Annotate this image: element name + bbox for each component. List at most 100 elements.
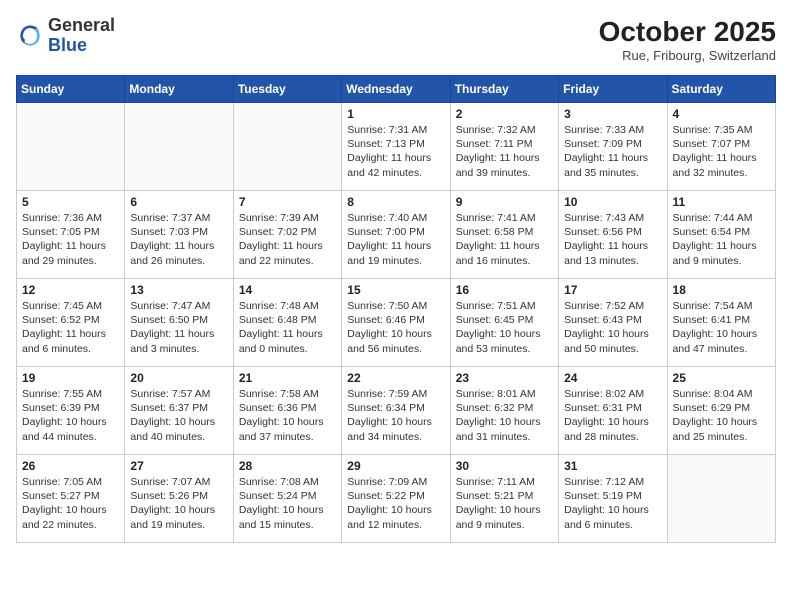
- day-info: Sunrise: 7:45 AM Sunset: 6:52 PM Dayligh…: [22, 299, 119, 356]
- calendar-cell: 31 Sunrise: 7:12 AM Sunset: 5:19 PM Dayli…: [559, 455, 667, 543]
- day-info: Sunrise: 7:43 AM Sunset: 6:56 PM Dayligh…: [564, 211, 661, 268]
- day-info: Sunrise: 7:47 AM Sunset: 6:50 PM Dayligh…: [130, 299, 227, 356]
- day-number: 14: [239, 283, 336, 297]
- day-number: 8: [347, 195, 444, 209]
- calendar-header-row: SundayMondayTuesdayWednesdayThursdayFrid…: [17, 76, 776, 103]
- day-info: Sunrise: 7:05 AM Sunset: 5:27 PM Dayligh…: [22, 475, 119, 532]
- day-number: 17: [564, 283, 661, 297]
- calendar-cell: 19 Sunrise: 7:55 AM Sunset: 6:39 PM Dayli…: [17, 367, 125, 455]
- day-info: Sunrise: 7:08 AM Sunset: 5:24 PM Dayligh…: [239, 475, 336, 532]
- calendar-cell: 25 Sunrise: 8:04 AM Sunset: 6:29 PM Dayli…: [667, 367, 775, 455]
- calendar-cell: 26 Sunrise: 7:05 AM Sunset: 5:27 PM Dayli…: [17, 455, 125, 543]
- day-info: Sunrise: 7:58 AM Sunset: 6:36 PM Dayligh…: [239, 387, 336, 444]
- day-number: 4: [673, 107, 770, 121]
- day-number: 6: [130, 195, 227, 209]
- day-number: 10: [564, 195, 661, 209]
- calendar-cell: 22Sunrise: 7:59 AM Sunset: 6:34 PM Dayli…: [342, 367, 450, 455]
- calendar-cell: 10 Sunrise: 7:43 AM Sunset: 6:56 PM Dayli…: [559, 191, 667, 279]
- day-number: 18: [673, 283, 770, 297]
- day-number: 20: [130, 371, 227, 385]
- day-info: Sunrise: 8:02 AM Sunset: 6:31 PM Dayligh…: [564, 387, 661, 444]
- day-info: Sunrise: 7:50 AM Sunset: 6:46 PM Dayligh…: [347, 299, 444, 356]
- logo-text: General Blue: [48, 16, 115, 56]
- calendar-cell: 11Sunrise: 7:44 AM Sunset: 6:54 PM Dayli…: [667, 191, 775, 279]
- calendar-cell: [17, 103, 125, 191]
- calendar-cell: 15 Sunrise: 7:50 AM Sunset: 6:46 PM Dayli…: [342, 279, 450, 367]
- calendar-cell: 24 Sunrise: 8:02 AM Sunset: 6:31 PM Dayli…: [559, 367, 667, 455]
- day-number: 27: [130, 459, 227, 473]
- day-number: 2: [456, 107, 553, 121]
- weekday-header: Wednesday: [342, 76, 450, 103]
- day-info: Sunrise: 7:12 AM Sunset: 5:19 PM Dayligh…: [564, 475, 661, 532]
- day-number: 23: [456, 371, 553, 385]
- calendar-cell: 27 Sunrise: 7:07 AM Sunset: 5:26 PM Dayli…: [125, 455, 233, 543]
- calendar-cell: 4Sunrise: 7:35 AM Sunset: 7:07 PM Daylig…: [667, 103, 775, 191]
- weekday-header: Monday: [125, 76, 233, 103]
- calendar-cell: 12Sunrise: 7:45 AM Sunset: 6:52 PM Dayli…: [17, 279, 125, 367]
- calendar-cell: 3Sunrise: 7:33 AM Sunset: 7:09 PM Daylig…: [559, 103, 667, 191]
- calendar-cell: 9Sunrise: 7:41 AM Sunset: 6:58 PM Daylig…: [450, 191, 558, 279]
- day-number: 16: [456, 283, 553, 297]
- day-number: 1: [347, 107, 444, 121]
- day-number: 5: [22, 195, 119, 209]
- day-number: 22: [347, 371, 444, 385]
- day-info: Sunrise: 7:48 AM Sunset: 6:48 PM Dayligh…: [239, 299, 336, 356]
- day-number: 26: [22, 459, 119, 473]
- day-info: Sunrise: 8:01 AM Sunset: 6:32 PM Dayligh…: [456, 387, 553, 444]
- calendar-week-row: 1Sunrise: 7:31 AM Sunset: 7:13 PM Daylig…: [17, 103, 776, 191]
- weekday-header: Sunday: [17, 76, 125, 103]
- calendar-cell: 28 Sunrise: 7:08 AM Sunset: 5:24 PM Dayli…: [233, 455, 341, 543]
- day-info: Sunrise: 7:40 AM Sunset: 7:00 PM Dayligh…: [347, 211, 444, 268]
- day-number: 11: [673, 195, 770, 209]
- day-number: 31: [564, 459, 661, 473]
- day-number: 13: [130, 283, 227, 297]
- day-info: Sunrise: 8:04 AM Sunset: 6:29 PM Dayligh…: [673, 387, 770, 444]
- calendar-cell: 8 Sunrise: 7:40 AM Sunset: 7:00 PM Daylig…: [342, 191, 450, 279]
- day-info: Sunrise: 7:51 AM Sunset: 6:45 PM Dayligh…: [456, 299, 553, 356]
- calendar-week-row: 26 Sunrise: 7:05 AM Sunset: 5:27 PM Dayli…: [17, 455, 776, 543]
- day-info: Sunrise: 7:07 AM Sunset: 5:26 PM Dayligh…: [130, 475, 227, 532]
- calendar-cell: 18 Sunrise: 7:54 AM Sunset: 6:41 PM Dayli…: [667, 279, 775, 367]
- day-info: Sunrise: 7:09 AM Sunset: 5:22 PM Dayligh…: [347, 475, 444, 532]
- day-number: 19: [22, 371, 119, 385]
- calendar-cell: 21Sunrise: 7:58 AM Sunset: 6:36 PM Dayli…: [233, 367, 341, 455]
- day-number: 25: [673, 371, 770, 385]
- weekday-header: Saturday: [667, 76, 775, 103]
- day-info: Sunrise: 7:37 AM Sunset: 7:03 PM Dayligh…: [130, 211, 227, 268]
- calendar-cell: [233, 103, 341, 191]
- day-info: Sunrise: 7:33 AM Sunset: 7:09 PM Dayligh…: [564, 123, 661, 180]
- logo: General Blue: [16, 16, 115, 56]
- day-number: 28: [239, 459, 336, 473]
- day-info: Sunrise: 7:36 AM Sunset: 7:05 PM Dayligh…: [22, 211, 119, 268]
- calendar-cell: 30 Sunrise: 7:11 AM Sunset: 5:21 PM Dayli…: [450, 455, 558, 543]
- calendar-cell: [667, 455, 775, 543]
- calendar-week-row: 19 Sunrise: 7:55 AM Sunset: 6:39 PM Dayli…: [17, 367, 776, 455]
- day-number: 15: [347, 283, 444, 297]
- calendar-cell: 16 Sunrise: 7:51 AM Sunset: 6:45 PM Dayli…: [450, 279, 558, 367]
- calendar-cell: [125, 103, 233, 191]
- day-number: 24: [564, 371, 661, 385]
- page-header: General Blue October 2025 Rue, Fribourg,…: [16, 16, 776, 63]
- calendar-cell: 6 Sunrise: 7:37 AM Sunset: 7:03 PM Daylig…: [125, 191, 233, 279]
- day-number: 30: [456, 459, 553, 473]
- calendar-cell: 2Sunrise: 7:32 AM Sunset: 7:11 PM Daylig…: [450, 103, 558, 191]
- calendar-cell: 1Sunrise: 7:31 AM Sunset: 7:13 PM Daylig…: [342, 103, 450, 191]
- day-info: Sunrise: 7:11 AM Sunset: 5:21 PM Dayligh…: [456, 475, 553, 532]
- calendar-cell: 23 Sunrise: 8:01 AM Sunset: 6:32 PM Dayli…: [450, 367, 558, 455]
- calendar-table: SundayMondayTuesdayWednesdayThursdayFrid…: [16, 75, 776, 543]
- weekday-header: Tuesday: [233, 76, 341, 103]
- day-number: 7: [239, 195, 336, 209]
- weekday-header: Thursday: [450, 76, 558, 103]
- calendar-cell: 20 Sunrise: 7:57 AM Sunset: 6:37 PM Dayli…: [125, 367, 233, 455]
- day-info: Sunrise: 7:57 AM Sunset: 6:37 PM Dayligh…: [130, 387, 227, 444]
- title-section: October 2025 Rue, Fribourg, Switzerland: [599, 16, 776, 63]
- day-info: Sunrise: 7:55 AM Sunset: 6:39 PM Dayligh…: [22, 387, 119, 444]
- calendar-cell: 13 Sunrise: 7:47 AM Sunset: 6:50 PM Dayli…: [125, 279, 233, 367]
- day-info: Sunrise: 7:54 AM Sunset: 6:41 PM Dayligh…: [673, 299, 770, 356]
- calendar-cell: 5 Sunrise: 7:36 AM Sunset: 7:05 PM Daylig…: [17, 191, 125, 279]
- month-title: October 2025: [599, 16, 776, 48]
- day-info: Sunrise: 7:41 AM Sunset: 6:58 PM Dayligh…: [456, 211, 553, 268]
- day-info: Sunrise: 7:52 AM Sunset: 6:43 PM Dayligh…: [564, 299, 661, 356]
- calendar-cell: 14 Sunrise: 7:48 AM Sunset: 6:48 PM Dayli…: [233, 279, 341, 367]
- logo-icon: [16, 22, 44, 50]
